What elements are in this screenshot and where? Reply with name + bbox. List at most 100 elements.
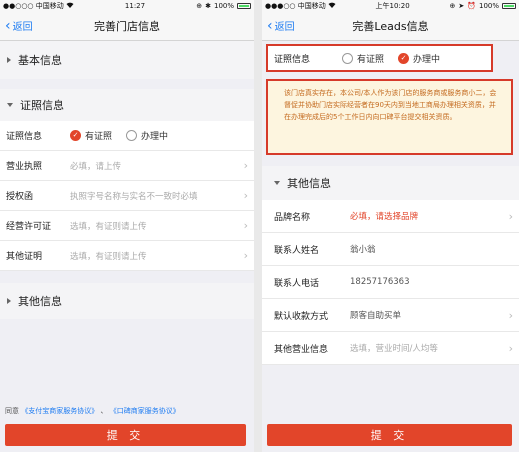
status-time: 11:27: [124, 1, 146, 10]
agreement-separator: 、: [100, 407, 108, 415]
section-cert-label: 证照信息: [20, 99, 64, 112]
status-bar: ●●●○○ 中国移动 上午10:20 ⊕ ➤ ⏰ 100%: [262, 0, 519, 11]
field-business-license[interactable]: 营业执照 必填，请上传 ›: [0, 151, 254, 181]
field-other-proof[interactable]: 其他证明 选填，有证则请上传 ›: [0, 241, 254, 271]
back-button[interactable]: ‹ 返回: [267, 17, 295, 34]
screenshot-stage: ●●○○○ 中国移动 11:27 ⊕ ✱ 100% ‹ 返回 完善门店信息 基本…: [0, 0, 519, 452]
radio-has-license[interactable]: 有证照: [342, 52, 384, 65]
collapse-arrow-icon: [274, 181, 280, 185]
field-label: 其他证明: [6, 252, 43, 262]
field-label: 联系人姓名: [274, 245, 320, 256]
chevron-left-icon: ‹: [5, 17, 11, 34]
radio-has-license-label: 有证照: [85, 132, 113, 142]
divider: [0, 271, 254, 283]
radio-processing-label: 办理中: [413, 54, 441, 65]
expand-arrow-icon: [7, 57, 11, 63]
back-button[interactable]: ‹ 返回: [5, 17, 33, 34]
field-label: 其他营业信息: [274, 344, 329, 355]
radio-has-license[interactable]: ✓ 有证照: [70, 129, 112, 142]
location-icon: ➤: [458, 1, 465, 10]
expand-arrow-icon: [7, 298, 11, 304]
field-value: 翁小翁: [350, 245, 376, 255]
section-basic-label: 基本信息: [18, 54, 62, 67]
chevron-right-icon: ›: [508, 341, 513, 355]
unchecked-radio-icon: [342, 52, 353, 64]
chevron-right-icon: ›: [243, 159, 248, 172]
chevron-right-icon: ›: [508, 209, 513, 223]
section-other-info[interactable]: 其他信息: [262, 166, 519, 200]
battery-icon: [237, 2, 251, 9]
section-other-info[interactable]: 其他信息: [0, 283, 254, 319]
back-label: 返回: [274, 22, 295, 33]
navigation-bar: ‹ 返回 完善门店信息: [0, 11, 254, 41]
chevron-right-icon: ›: [243, 219, 248, 232]
page-title: 完善门店信息: [94, 19, 160, 33]
field-contact-name[interactable]: 联系人姓名 翁小翁: [262, 233, 519, 266]
field-label: 联系人电话: [274, 278, 320, 289]
battery-percent: 100%: [478, 1, 499, 10]
carrier-signal: ●●●○○ 中国移动: [265, 1, 336, 11]
chevron-left-icon: ‹: [267, 17, 273, 34]
field-contact-phone[interactable]: 联系人电话 18257176363: [262, 266, 519, 299]
page-title: 完善Leads信息: [352, 19, 429, 33]
field-value: 18257176363: [350, 277, 410, 287]
field-operating-permit[interactable]: 经营许可证 选填，有证则请上传 ›: [0, 211, 254, 241]
submit-button[interactable]: 提 交: [267, 424, 512, 446]
field-value: 选填，营业时间/人均等: [350, 344, 438, 354]
divider: [0, 79, 254, 89]
field-label: 经营许可证: [6, 222, 52, 232]
status-bar: ●●○○○ 中国移动 11:27 ⊕ ✱ 100%: [0, 0, 254, 11]
screen-separator: [254, 0, 262, 452]
field-label: 授权函: [6, 192, 34, 202]
battery-percent: 100%: [213, 1, 234, 10]
carrier-label: ●●○○○ 中国移动: [3, 1, 64, 10]
radio-processing[interactable]: 办理中: [126, 129, 168, 142]
collapse-arrow-icon: [7, 103, 13, 107]
back-label: 返回: [12, 22, 33, 33]
koubei-agreement-link[interactable]: 《口碑商家服务协议》: [110, 407, 180, 415]
field-brand-name[interactable]: 品牌名称 必填，请选择品牌 ›: [262, 200, 519, 233]
checked-radio-icon: ✓: [70, 130, 81, 141]
radio-has-license-label: 有证照: [357, 54, 385, 65]
field-placeholder: 选填，有证则请上传: [70, 251, 147, 262]
carrier-signal: ●●○○○ 中国移动: [3, 1, 74, 11]
field-placeholder: 执照字号名称与实名不一致时必填: [70, 191, 198, 202]
navigation-bar: ‹ 返回 完善Leads信息: [262, 11, 519, 41]
cert-status-label: 证照信息: [6, 132, 43, 142]
radio-processing[interactable]: ✓ 办理中: [398, 52, 440, 65]
alipay-agreement-link[interactable]: 《支付宝商家服务协议》: [21, 407, 98, 415]
field-placeholder: 必填，请上传: [70, 161, 122, 172]
field-label: 营业执照: [6, 162, 43, 172]
radio-processing-label: 办理中: [141, 132, 169, 142]
field-placeholder: 选填，有证则请上传: [70, 221, 147, 232]
chevron-right-icon: ›: [508, 308, 513, 322]
unchecked-radio-icon: [126, 130, 138, 141]
section-cert-info[interactable]: 证照信息: [0, 89, 254, 121]
submit-button[interactable]: 提 交: [5, 424, 246, 446]
field-authorization-letter[interactable]: 授权函 执照字号名称与实名不一致时必填 ›: [0, 181, 254, 211]
chevron-right-icon: ›: [243, 189, 248, 202]
left-phone-screen: ●●○○○ 中国移动 11:27 ⊕ ✱ 100% ‹ 返回 完善门店信息 基本…: [0, 0, 254, 452]
field-label: 默认收款方式: [274, 311, 329, 322]
field-value: 顾客自助买单: [350, 311, 402, 321]
battery-icon: [502, 2, 516, 9]
agreement-prefix: 同意: [5, 407, 19, 415]
commitment-notice: 该门店真实存在，本公司/本人作为该门店的服务商或服务商小二，会督促并协助门店实际…: [266, 79, 513, 155]
cert-status-label: 证照信息: [274, 54, 311, 65]
section-other-label: 其他信息: [287, 177, 331, 190]
agreement-text: 同意 《支付宝商家服务协议》 、 《口碑商家服务协议》: [5, 406, 180, 416]
lock-icon: ⊕: [449, 1, 456, 10]
cert-status-row: 证照信息 ✓ 有证照 办理中: [0, 121, 254, 151]
field-label: 品牌名称: [274, 212, 311, 223]
field-other-business-info[interactable]: 其他营业信息 选填，营业时间/人均等 ›: [262, 332, 519, 365]
section-other-label: 其他信息: [18, 295, 62, 308]
other-info-group: 其他信息 品牌名称 必填，请选择品牌 › 联系人姓名 翁小翁 联系人电话 182…: [262, 166, 519, 365]
cert-status-row: 证照信息 有证照 ✓ 办理中: [266, 44, 493, 72]
chevron-right-icon: ›: [243, 249, 248, 262]
alarm-icon: ⏰: [467, 1, 476, 10]
section-basic-info[interactable]: 基本信息: [0, 41, 254, 79]
field-default-payment[interactable]: 默认收款方式 顾客自助买单 ›: [262, 299, 519, 332]
right-phone-screen: ●●●○○ 中国移动 上午10:20 ⊕ ➤ ⏰ 100% ‹ 返回 完善Lea…: [262, 0, 519, 452]
carrier-label: ●●●○○ 中国移动: [265, 1, 326, 10]
field-value: 必填，请选择品牌: [350, 212, 419, 222]
